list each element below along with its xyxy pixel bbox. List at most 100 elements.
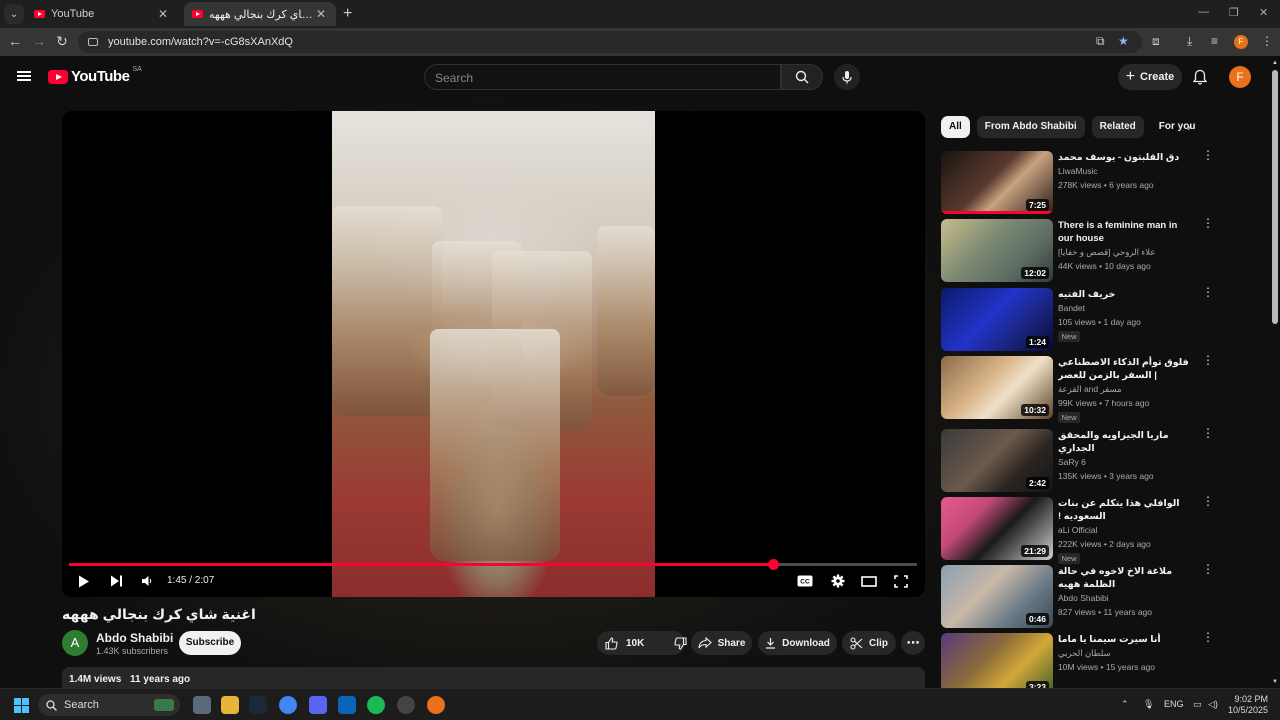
recommendation-title[interactable]: ملاغة الاخ لاخوه في حالة الظلمة ههيه	[1058, 565, 1193, 591]
video-player[interactable]: 1:45 / 2:07 CC	[62, 111, 925, 597]
tab-youtube[interactable]: YouTube ✕	[26, 2, 178, 26]
volume-tray-icon[interactable]: ◁)	[1208, 699, 1218, 710]
download-icon[interactable]: ⤓	[1187, 34, 1192, 49]
create-button[interactable]: + Create	[1118, 64, 1182, 90]
recommendation-title[interactable]: دق القلبتون - يوسف محمد	[1058, 151, 1193, 164]
chevron-right-icon[interactable]: ›	[1187, 120, 1191, 134]
tab-close-icon[interactable]: ✕	[314, 7, 328, 21]
cast-icon[interactable]: ⧉	[1096, 34, 1105, 49]
browser-profile-avatar[interactable]: F	[1234, 35, 1248, 49]
recommendation-title[interactable]: ماريا الجيزاويه والمحقق الجداري	[1058, 429, 1193, 455]
spotify-icon[interactable]	[367, 696, 385, 714]
hamburger-menu-icon[interactable]	[17, 71, 31, 81]
file-explorer-icon[interactable]	[221, 696, 239, 714]
video-thumbnail[interactable]: 12:02	[941, 219, 1053, 282]
discord-icon[interactable]	[309, 696, 327, 714]
chrome-icon[interactable]	[279, 696, 297, 714]
more-vertical-icon[interactable]: ⋮	[1202, 427, 1214, 439]
recommendation-channel[interactable]: Bandet	[1058, 302, 1085, 314]
steam-icon[interactable]	[249, 696, 267, 714]
video-thumbnail[interactable]: 2:42	[941, 429, 1053, 492]
task-view-icon[interactable]	[193, 696, 211, 714]
scrubber-handle[interactable]	[767, 559, 779, 570]
video-thumbnail[interactable]: 1:24	[941, 288, 1053, 351]
tray-overflow-icon[interactable]: ⌃	[1121, 699, 1129, 710]
play-button[interactable]	[76, 573, 92, 589]
fullscreen-button[interactable]	[892, 573, 910, 589]
recommendation-item[interactable]: 12:02 There is a feminine man in our hous…	[941, 217, 1214, 283]
recommendation-item[interactable]: 2:42 ماريا الجيزاويه والمحقق الجداري SaRy …	[941, 427, 1214, 493]
chip-from-channel[interactable]: From Abdo Shabibi	[976, 116, 1085, 138]
description-box[interactable]: 1.4M views 11 years ago	[62, 667, 925, 688]
mute-button[interactable]	[139, 573, 155, 589]
theater-mode-button[interactable]	[860, 573, 878, 589]
recommendation-channel[interactable]: LiwaMusic	[1058, 165, 1098, 177]
share-button[interactable]: Share	[691, 631, 752, 655]
youtube-logo[interactable]: YouTube SA	[48, 66, 142, 85]
outlook-icon[interactable]	[338, 696, 356, 714]
minimize-icon[interactable]: —	[1198, 6, 1209, 18]
reading-list-icon[interactable]: ≡	[1211, 34, 1218, 48]
recommendation-channel[interactable]: aLi Official	[1058, 524, 1098, 536]
recommendation-channel[interactable]: Abdo Shabibi	[1058, 592, 1109, 604]
settings-button[interactable]	[829, 573, 847, 589]
video-thumbnail[interactable]: 7:25	[941, 151, 1053, 214]
recommendation-title[interactable]: الوافلي هذا يتكلم عن بنات السعوديه !	[1058, 497, 1193, 523]
clip-button[interactable]: Clip	[842, 631, 896, 655]
address-bar[interactable]: youtube.com/watch?v=-cG8sXAnXdQ	[78, 31, 1142, 53]
tab-search-button[interactable]: ⌄	[4, 4, 24, 24]
account-avatar[interactable]: F	[1229, 66, 1251, 88]
more-vertical-icon[interactable]: ⋮	[1202, 495, 1214, 507]
scrollbar-thumb[interactable]	[1272, 70, 1278, 324]
recommendation-title[interactable]: أنا سيرت سيمنا يا ماما	[1058, 633, 1193, 646]
more-actions-button[interactable]: ⋯	[901, 631, 925, 655]
more-vertical-icon[interactable]: ⋮	[1202, 217, 1214, 229]
download-button[interactable]: Download	[758, 631, 837, 655]
channel-name[interactable]: Abdo Shabibi	[96, 631, 173, 645]
progress-bar[interactable]	[69, 559, 917, 570]
tab-close-icon[interactable]: ✕	[156, 7, 170, 21]
channel-avatar[interactable]: A	[62, 630, 88, 656]
recommendation-title[interactable]: فلوق توأم الذكاء الاصطناعي | السفر بالزم…	[1058, 356, 1193, 382]
more-vertical-icon[interactable]: ⋮	[1202, 286, 1214, 298]
subscribe-button[interactable]: Subscribe	[179, 631, 241, 655]
search-button[interactable]	[781, 64, 823, 90]
extensions-icon[interactable]: ⧈	[1152, 34, 1160, 49]
windows-start-icon[interactable]	[14, 698, 29, 713]
close-window-icon[interactable]: ✕	[1259, 6, 1268, 19]
more-vertical-icon[interactable]: ⋮	[1202, 631, 1214, 643]
chrome-profile-icon[interactable]	[427, 696, 445, 714]
chip-related[interactable]: Related	[1091, 116, 1144, 138]
more-vertical-icon[interactable]: ⋮	[1202, 563, 1214, 575]
like-button[interactable]: 10K	[605, 636, 644, 650]
dislike-button[interactable]	[674, 636, 687, 650]
site-info-icon[interactable]	[88, 38, 98, 46]
forward-icon[interactable]: →	[30, 33, 48, 49]
recommendation-item[interactable]: 10:32 فلوق توأم الذكاء الاصطناعي | السفر …	[941, 354, 1214, 423]
menu-dots-icon[interactable]: ⋮	[1261, 34, 1273, 48]
chip-all[interactable]: All	[941, 116, 970, 138]
recommendation-channel[interactable]: SaRy 6	[1058, 456, 1086, 468]
network-icon[interactable]: ▭	[1193, 699, 1202, 710]
scroll-down-arrow-icon[interactable]: ▼	[1272, 679, 1278, 685]
video-thumbnail[interactable]: 10:32	[941, 356, 1053, 419]
microphone-tray-icon[interactable]: 🎙	[1143, 699, 1154, 710]
language-indicator[interactable]: ENG	[1164, 699, 1184, 709]
search-input[interactable]: Search	[424, 64, 781, 90]
new-tab-button[interactable]: +	[343, 5, 352, 23]
github-icon[interactable]	[397, 696, 415, 714]
back-icon[interactable]: ←	[6, 33, 24, 49]
video-thumbnail[interactable]: 3:23	[941, 633, 1053, 696]
recommendation-channel[interactable]: القزعة and مسفر	[1058, 383, 1122, 395]
recommendation-item[interactable]: 21:29 الوافلي هذا يتكلم عن بنات السعوديه …	[941, 495, 1214, 564]
scroll-up-arrow-icon[interactable]: ▲	[1272, 60, 1278, 66]
more-vertical-icon[interactable]: ⋮	[1202, 149, 1214, 161]
taskbar-search-box[interactable]: Search	[38, 694, 180, 716]
recommendation-item[interactable]: 1:24 خريف الفتيه Bandet 105 views • 1 day a…	[941, 286, 1214, 352]
recommendation-channel[interactable]: علاء الروحي [قصص و خفايا]	[1058, 246, 1155, 258]
tab-video[interactable]: اغنية شاي كرك بنجالي هههه - YouTube ✕	[184, 2, 336, 26]
next-button[interactable]	[108, 573, 124, 589]
recommendation-item[interactable]: 0:46 ملاغة الاخ لاخوه في حالة الظلمة ههيه…	[941, 563, 1214, 629]
recommendation-title[interactable]: There is a feminine man in our house	[1058, 219, 1193, 245]
more-vertical-icon[interactable]: ⋮	[1202, 354, 1214, 366]
